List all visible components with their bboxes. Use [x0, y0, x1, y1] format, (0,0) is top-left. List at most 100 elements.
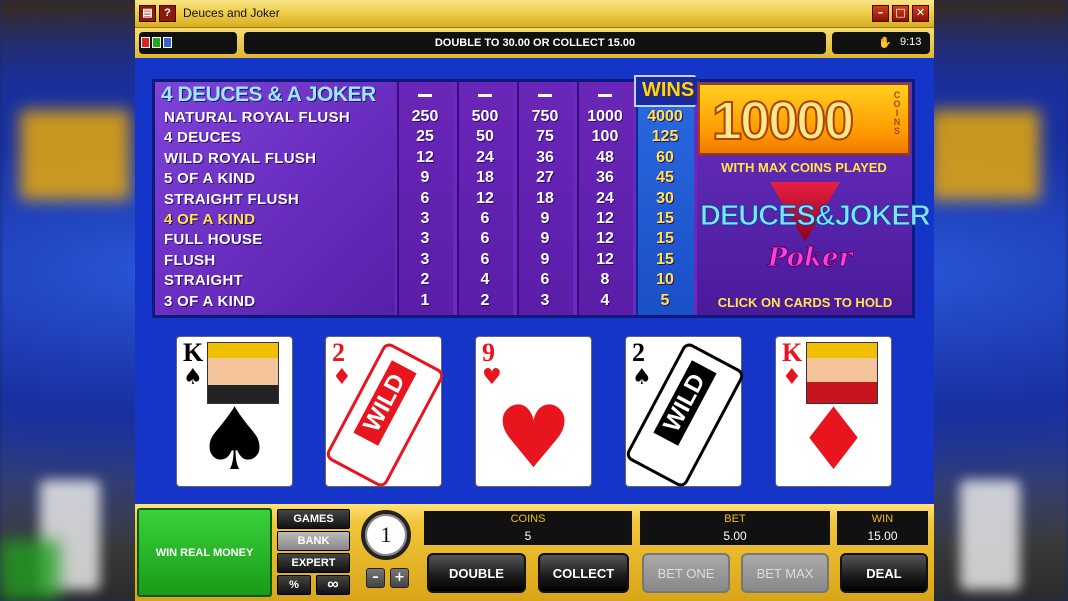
column-header: [418, 94, 432, 97]
paytable-payout: 10: [656, 271, 674, 289]
paytable-payout: 24: [596, 189, 614, 207]
paytable-payout: 500: [471, 108, 499, 125]
paytable-payout: 2: [420, 271, 430, 289]
status-message: DOUBLE TO 30.00 OR COLLECT 15.00: [244, 32, 826, 54]
window-title: Deuces and Joker: [183, 6, 280, 20]
option-icon[interactable]: [163, 37, 172, 48]
deal-button[interactable]: DEAL: [840, 553, 928, 593]
paytable-payout: 18: [476, 169, 494, 187]
games-button[interactable]: GAMES: [277, 509, 350, 529]
playing-card[interactable]: 9 ♥ ♥: [475, 336, 592, 487]
option-icon[interactable]: [141, 37, 150, 48]
coin-chip[interactable]: 1: [361, 510, 411, 560]
card-rank: K: [782, 338, 803, 367]
paytable-payout: 30: [656, 189, 674, 207]
column-header: [538, 94, 552, 97]
card-rank: 9: [482, 338, 495, 367]
paytable-payout: 8: [600, 271, 610, 289]
hand-icon[interactable]: ✋: [878, 36, 892, 49]
minimize-button[interactable]: –: [872, 5, 889, 22]
title-bar: ▤ ? Deuces and Joker – □ ✕: [135, 0, 934, 28]
help-icon[interactable]: ?: [159, 5, 176, 22]
paytable-payout: 100: [591, 128, 619, 146]
paytable-payout: 50: [476, 128, 494, 146]
paytable-hand-name: FULL HOUSE: [164, 231, 263, 249]
playing-card[interactable]: 2 ♦ WILD: [323, 336, 447, 490]
maximize-button[interactable]: □: [892, 5, 909, 22]
view-options[interactable]: [139, 32, 237, 54]
paytable-hand-name: STRAIGHT: [164, 272, 244, 290]
playing-card[interactable]: 2 ♠ WILD: [623, 336, 747, 490]
paytable-payout: 12: [476, 189, 494, 207]
column-header: [478, 94, 492, 97]
bet-one-button[interactable]: BET ONE: [642, 553, 730, 593]
paytable-payout: 4: [600, 291, 610, 309]
infinity-icon[interactable]: ∞: [316, 575, 350, 595]
paytable-payout: 1: [420, 291, 430, 309]
plus-button[interactable]: +: [390, 568, 409, 588]
card-rank: K: [183, 338, 204, 367]
paytable-payout: 6: [540, 271, 550, 289]
playing-card[interactable]: K ♦ ♦: [775, 336, 892, 487]
bank-button[interactable]: BANK: [277, 531, 350, 551]
toolbar: DOUBLE TO 30.00 OR COLLECT 15.00 ✋ 9:13: [135, 28, 934, 58]
minus-button[interactable]: –: [366, 568, 385, 588]
paytable-payout: 48: [596, 148, 614, 166]
paytable-payout: 4000: [647, 108, 683, 125]
jackpot-amount: 10000: [711, 90, 855, 152]
paytable-payout: 18: [536, 189, 554, 207]
paytable-payout: 12: [416, 148, 434, 166]
bet-max-button[interactable]: BET MAX: [741, 553, 829, 593]
paytable-payout: 6: [420, 189, 430, 207]
card-center-suit-icon: ♦: [794, 390, 873, 490]
card-rank: 2: [632, 338, 645, 367]
win-real-money-button[interactable]: WIN REAL MONEY: [137, 508, 272, 597]
paytable-hand-name: 5 OF A KIND: [164, 170, 256, 188]
expert-button[interactable]: EXPERT: [277, 553, 350, 573]
paytable-payout: 1000: [587, 108, 623, 125]
card-suit-icon: ♠: [632, 365, 652, 390]
paytable-payout: 2: [480, 291, 490, 309]
close-button[interactable]: ✕: [912, 5, 929, 22]
win-value: 15.00: [837, 527, 928, 545]
paytable-payout: 9: [540, 250, 550, 268]
paytable-payout: 12: [596, 210, 614, 227]
paytable-hand-name: STRAIGHT FLUSH: [164, 190, 300, 208]
paytable-payout: 75: [536, 128, 554, 146]
paytable-payout: 250: [411, 108, 439, 125]
card-center-suit-icon: ♠: [195, 390, 274, 490]
double-button[interactable]: DOUBLE: [427, 553, 526, 593]
background-blur: [20, 110, 130, 200]
playing-card[interactable]: K ♠ ♠: [176, 336, 293, 487]
paytable-payout: 5: [660, 291, 670, 309]
paytable-hand-name: NATURAL ROYAL FLUSH: [164, 109, 350, 126]
option-icon[interactable]: [152, 37, 161, 48]
win-label: WIN: [837, 511, 928, 527]
paytable-payout: 3: [540, 291, 550, 309]
paytable-payout: 6: [480, 250, 490, 268]
paytable-payout: 36: [536, 148, 554, 166]
hold-hint: CLICK ON CARDS TO HOLD: [717, 295, 893, 310]
paytable-payout: 4: [480, 271, 490, 289]
app-menu-icon[interactable]: ▤: [139, 5, 156, 22]
game-logo: DEUCES&JOKER: [700, 200, 932, 233]
bet-value: 5.00: [640, 527, 830, 545]
percent-button[interactable]: %: [277, 575, 311, 595]
background-blur: [960, 480, 1020, 590]
paytable-payout: 15: [656, 210, 674, 227]
card-suit-icon: ♠: [183, 365, 203, 390]
column-header: [598, 94, 612, 97]
paytable-payout: 45: [656, 169, 674, 187]
paytable-payout: 9: [540, 230, 550, 248]
card-suit-icon: ♦: [332, 365, 352, 390]
paytable-payout: 25: [416, 128, 434, 146]
clock: 9:13: [900, 36, 922, 48]
paytable-payout: 36: [596, 169, 614, 187]
paytable-payout: 24: [476, 148, 494, 166]
paytable-payout: 3: [420, 210, 430, 227]
card-suit-icon: ♥: [482, 365, 502, 390]
card-suit-icon: ♦: [782, 365, 802, 390]
coins-value: 5: [424, 527, 632, 545]
collect-button[interactable]: COLLECT: [538, 553, 629, 593]
background-blur: [930, 110, 1040, 200]
